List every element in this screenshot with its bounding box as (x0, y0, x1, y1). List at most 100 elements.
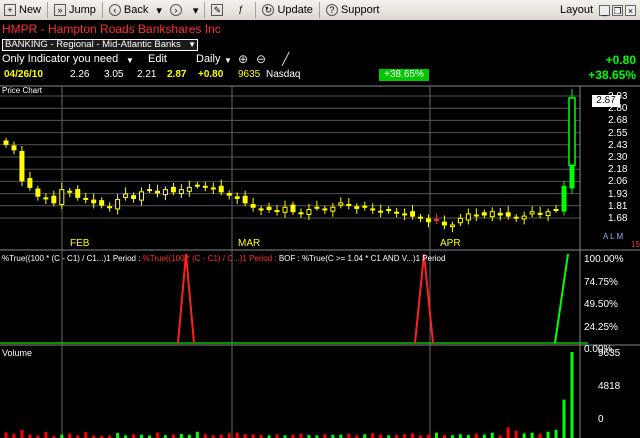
minimize-icon[interactable]: _ (599, 4, 610, 16)
pct-change-badge: +38.65% (379, 69, 429, 81)
price-candle-body (521, 215, 527, 220)
volume-bar (363, 434, 367, 438)
volume-bar (323, 434, 327, 438)
axis-tick-label: 2.30 (608, 152, 628, 163)
axis-tick-label: 2.68 (608, 115, 628, 127)
volume-bar (482, 434, 486, 438)
volume-bar (538, 433, 542, 438)
price-candle-body (481, 212, 487, 216)
restore-icon[interactable]: ❐ (612, 4, 623, 16)
price-candle-body (473, 214, 479, 217)
toolbar-divider (47, 2, 49, 18)
price-candle-body (266, 206, 272, 210)
volume-bar (411, 433, 415, 438)
price-candle-body (146, 189, 152, 192)
price-candle-body (226, 192, 232, 196)
chart-canvas[interactable] (0, 20, 640, 438)
back-button[interactable]: ‹ Back (105, 1, 152, 19)
price-candle-body (170, 186, 176, 193)
axis-tick-label: 2.43 (608, 139, 628, 151)
price-candle-body (162, 189, 168, 196)
price-candle-body (513, 216, 519, 219)
volume-bar (116, 433, 120, 438)
price-candle-body (370, 208, 376, 211)
month-label: FEB (70, 238, 90, 249)
zoom-out-icon[interactable]: ⊖ (256, 52, 266, 66)
quote-change: +0.80 (198, 69, 224, 80)
price-candle-body (51, 195, 57, 204)
month-label: APR (440, 238, 461, 249)
chevron-down-icon[interactable]: ▼ (224, 56, 232, 69)
forward-arrow-icon: › (169, 4, 182, 16)
volume-bar (371, 433, 375, 438)
watchlist-selector[interactable]: Only Indicator you need (2, 53, 118, 66)
price-candle-body (282, 206, 288, 213)
quote-close: 2.87 (167, 69, 187, 80)
draw-line-icon[interactable]: ╱ (282, 52, 289, 66)
price-candle-body (386, 208, 392, 212)
toolbar: + New » Jump ‹ Back ▾ › ▾ ✎ ƒ ↻ Update ? Supp… (0, 0, 640, 21)
axis-tick-label: 9635 (598, 348, 621, 359)
right-change: +0.80 (605, 53, 636, 67)
symbol-title[interactable]: HMPR - Hampton Roads Bankshares Inc (2, 22, 221, 36)
price-candle-body (234, 196, 240, 199)
quote-high: 3.05 (104, 69, 124, 80)
price-candle-body (449, 224, 455, 228)
volume-bar (522, 433, 526, 438)
scale-toggle[interactable]: A L M (603, 232, 623, 241)
forward-dropdown-button[interactable]: ▾ (189, 1, 203, 19)
price-candle-body (330, 206, 336, 212)
price-candle-body (410, 211, 416, 217)
volume-bar (434, 432, 438, 438)
volume-bar (219, 434, 223, 438)
price-candle-body (274, 210, 280, 213)
quote-low: 2.21 (137, 69, 157, 80)
volume-bar (195, 431, 199, 438)
price-candle-body (465, 213, 471, 221)
formula-button[interactable]: ƒ (230, 1, 253, 19)
price-candle-body (354, 206, 360, 209)
price-candle-body (489, 211, 495, 218)
volume-bar (155, 432, 159, 438)
new-button[interactable]: + New (0, 1, 45, 19)
edit-pencil-button[interactable]: ✎ (207, 1, 230, 19)
volume-bar (203, 434, 207, 438)
volume-bar (530, 432, 534, 438)
forward-button[interactable]: › (166, 1, 189, 19)
jump-button[interactable]: » Jump (50, 1, 100, 19)
indicator-label-part1: %True((100 * (C - C1) / C1...)1 Period : (2, 254, 143, 263)
chevron-down-icon: ▾ (192, 4, 199, 17)
edit-button[interactable]: Edit (148, 53, 167, 66)
price-candle-body (83, 197, 89, 200)
volume-bar (562, 399, 566, 438)
price-candle-body (43, 197, 49, 200)
back-dropdown-button[interactable]: ▾ (152, 1, 166, 19)
right-pct-change: +38.65% (588, 68, 636, 82)
period-selector[interactable]: Daily (196, 53, 220, 66)
price-candle-body (59, 189, 65, 206)
industry-dropdown[interactable]: BANKING - Regional - Mid-Atlantic Banks … (2, 39, 198, 51)
zoom-in-icon[interactable]: ⊕ (238, 52, 248, 66)
volume-bar (299, 433, 303, 438)
volume-bar (490, 432, 494, 438)
close-icon[interactable]: × (625, 4, 636, 16)
toolbar-divider (101, 2, 103, 18)
price-candle-body (3, 140, 9, 145)
volume-bar (12, 433, 16, 438)
toolbar-divider (255, 2, 257, 18)
layout-menu[interactable]: Layout (556, 1, 597, 19)
price-candle-body (561, 185, 567, 212)
update-button[interactable]: ↻ Update (258, 1, 316, 19)
chevron-down-icon[interactable]: ▼ (126, 56, 134, 69)
price-candle-body (194, 184, 200, 187)
axis-tick-label: 100.00% (584, 254, 624, 265)
chevron-down-icon: ▾ (156, 4, 162, 17)
volume-bar (506, 427, 510, 438)
support-button[interactable]: ? Support (322, 1, 384, 19)
price-candle-body (139, 191, 145, 201)
volume-bar (379, 434, 383, 438)
axis-tick-label: 49.50% (584, 299, 618, 310)
volume-bar (554, 429, 558, 438)
volume-label: Volume (2, 348, 33, 358)
price-candle-body (426, 218, 432, 223)
